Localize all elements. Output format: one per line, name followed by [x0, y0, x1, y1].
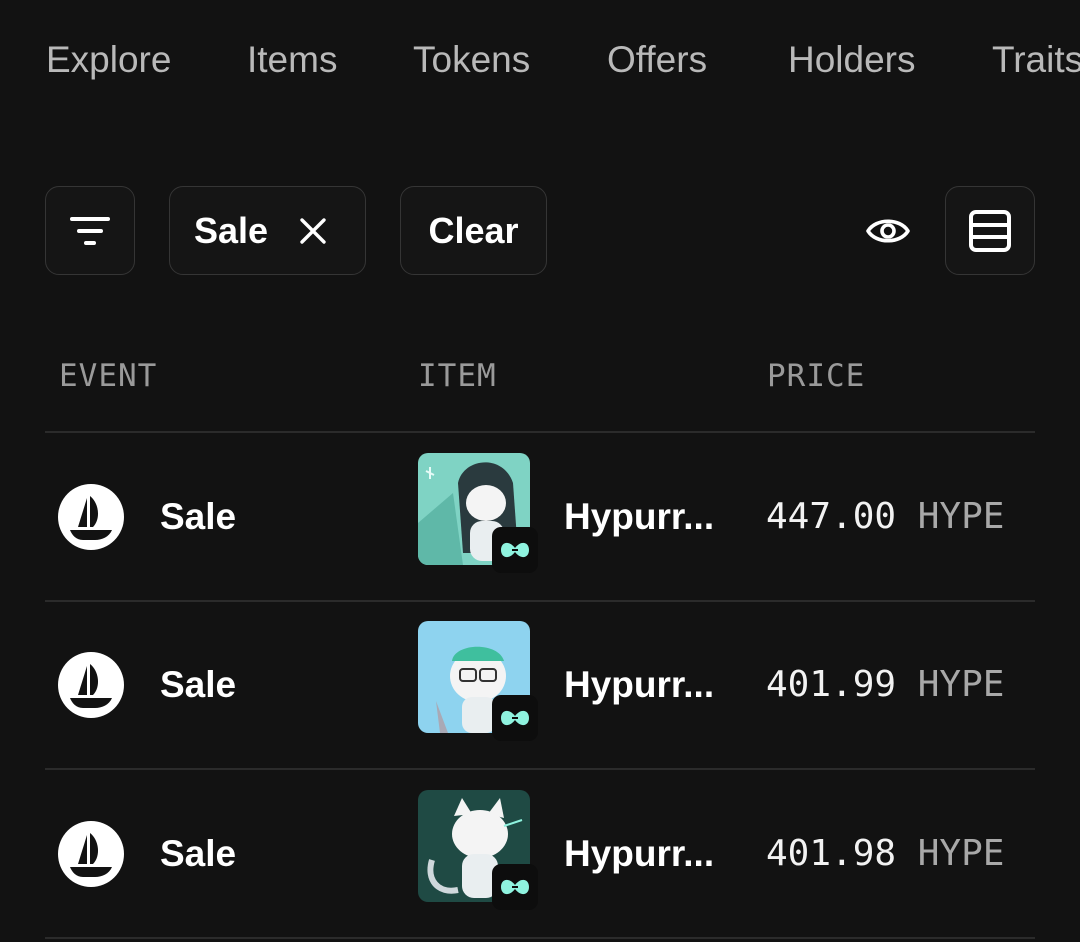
price-currency: HYPE: [917, 833, 1005, 874]
row-divider: [45, 937, 1035, 939]
price-currency: HYPE: [917, 496, 1005, 537]
filter-lines-icon: [70, 216, 110, 245]
tab-traits[interactable]: Traits: [992, 38, 1080, 82]
item-name[interactable]: Hypurr...: [564, 663, 714, 707]
list-view-icon: [969, 209, 1011, 252]
column-header-item[interactable]: ITEM: [418, 358, 497, 394]
hyperliquid-badge-icon: [492, 864, 538, 910]
opensea-logo-icon: [58, 652, 124, 718]
price-value: 401.99: [766, 664, 897, 705]
eye-icon[interactable]: [862, 206, 914, 256]
price-cell: 447.00 HYPE: [766, 495, 1004, 539]
clear-button[interactable]: Clear: [400, 186, 547, 275]
price-currency: HYPE: [917, 664, 1005, 705]
opensea-logo-icon: [58, 821, 124, 887]
tab-items[interactable]: Items: [247, 38, 337, 82]
column-header-event[interactable]: EVENT: [59, 358, 157, 394]
column-header-price[interactable]: PRICE: [767, 358, 865, 394]
table-row[interactable]: Sale Hypurr... 401.99 HYPE: [45, 602, 1035, 769]
hyperliquid-badge-icon: [492, 695, 538, 741]
active-filter-chip[interactable]: Sale: [169, 186, 366, 275]
table-row[interactable]: Sale Hypurr... 447.00 HYPE: [45, 433, 1035, 600]
tab-tokens[interactable]: Tokens: [413, 38, 530, 82]
price-cell: 401.99 HYPE: [766, 663, 1004, 707]
event-label: Sale: [160, 833, 237, 874]
active-filter-label: Sale: [194, 209, 269, 251]
tab-offers[interactable]: Offers: [607, 38, 707, 82]
hyperliquid-badge-icon: [492, 527, 538, 573]
price-value: 401.98: [766, 833, 897, 874]
item-name[interactable]: Hypurr...: [564, 495, 714, 539]
price-value: 447.00: [766, 496, 897, 537]
price-cell: 401.98 HYPE: [766, 832, 1004, 876]
item-name[interactable]: Hypurr...: [564, 832, 714, 876]
event-label: Sale: [160, 496, 237, 537]
close-icon[interactable]: [298, 216, 328, 246]
tab-explore[interactable]: Explore: [46, 38, 171, 82]
view-toggle-button[interactable]: [945, 186, 1035, 275]
table-row[interactable]: Sale Hypurr... 401.98 HYPE: [45, 770, 1035, 937]
filter-button[interactable]: [45, 186, 135, 275]
tab-holders[interactable]: Holders: [788, 38, 916, 82]
event-label: Sale: [160, 664, 237, 705]
collection-tabs: Explore Items Tokens Offers Holders Trai…: [0, 0, 1080, 120]
clear-label: Clear: [428, 209, 519, 251]
opensea-logo-icon: [58, 484, 124, 550]
